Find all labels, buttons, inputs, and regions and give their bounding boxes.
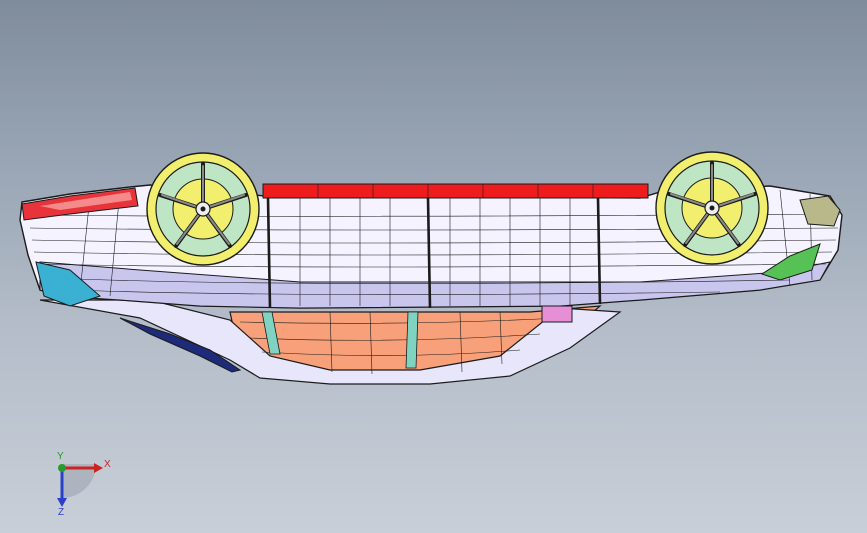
- car-model[interactable]: [0, 0, 867, 533]
- teal-strip-right: [405, 311, 419, 369]
- rear-wheel: [146, 152, 260, 266]
- x-axis-label: X: [104, 459, 111, 470]
- x-axis-head: [94, 463, 103, 473]
- coordinate-triad-icon: X Y Z: [57, 452, 111, 517]
- graphics-viewport[interactable]: X Y Z: [0, 0, 867, 533]
- z-axis-label: Z: [58, 507, 64, 517]
- y-axis-dot: [58, 464, 66, 472]
- roof-strip: [262, 183, 649, 199]
- y-axis-label: Y: [57, 452, 64, 462]
- pink-bracket: [541, 305, 573, 323]
- z-axis-head: [57, 498, 67, 507]
- front-wheel: [655, 151, 769, 265]
